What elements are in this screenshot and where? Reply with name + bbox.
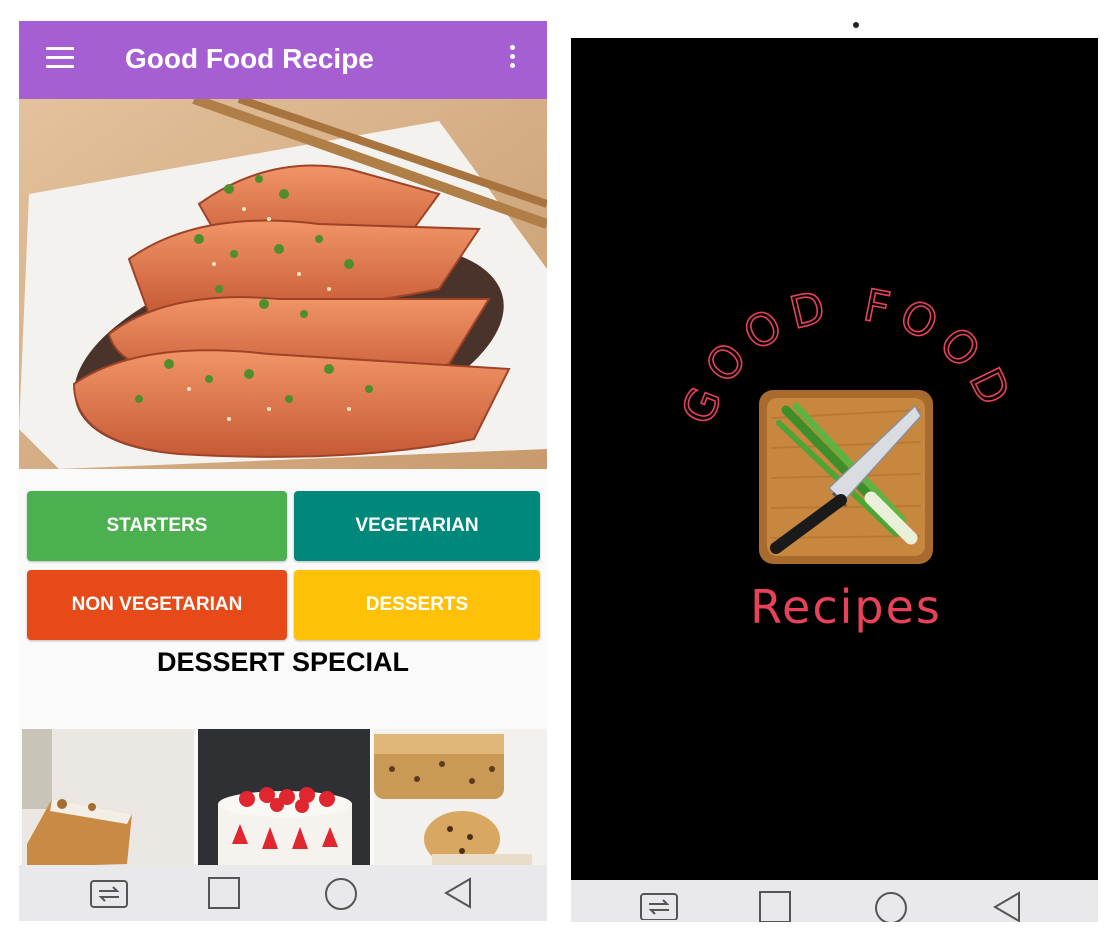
dessert-thumb-carrot-cake[interactable] xyxy=(22,729,194,867)
triangle-back-icon[interactable] xyxy=(991,890,1023,922)
app-title: Good Food Recipe xyxy=(125,43,374,74)
knife-cutting-board-icon xyxy=(759,390,933,564)
system-nav-bar xyxy=(19,865,547,921)
splash-screen: GOOD FOOD Recipes xyxy=(571,12,1098,922)
circle-home-icon[interactable] xyxy=(323,876,359,912)
switch-apps-icon[interactable] xyxy=(639,890,679,920)
square-recents-icon[interactable] xyxy=(207,876,241,910)
home-screen: Good Food Recipe STARTERS VEGETARIAN NON… xyxy=(19,21,547,921)
vegetarian-button[interactable]: VEGETARIAN xyxy=(294,491,540,561)
starters-button[interactable]: STARTERS xyxy=(27,491,287,561)
section-title: DESSERT SPECIAL xyxy=(156,647,410,677)
splash-logo-area: GOOD FOOD Recipes xyxy=(672,279,1015,634)
status-bar xyxy=(571,12,1098,38)
circle-home-icon[interactable] xyxy=(873,890,909,922)
switch-apps-icon[interactable] xyxy=(89,877,129,911)
status-bar-dot xyxy=(853,22,859,28)
overflow-menu-icon[interactable] xyxy=(509,45,517,75)
non-vegetarian-button[interactable]: NON VEGETARIAN xyxy=(27,570,287,640)
dessert-thumb-strawberry-cake[interactable] xyxy=(198,729,370,867)
dessert-gallery xyxy=(22,729,547,867)
system-nav-bar xyxy=(571,880,1098,922)
app-bar: Good Food Recipe xyxy=(19,21,547,99)
hamburger-menu-icon[interactable] xyxy=(46,47,74,69)
desserts-button[interactable]: DESSERTS xyxy=(294,570,540,640)
triangle-back-icon[interactable] xyxy=(442,876,474,910)
square-recents-icon[interactable] xyxy=(758,890,792,922)
hero-food-image xyxy=(19,99,547,469)
dessert-thumb-cookie-cheesecake[interactable] xyxy=(374,729,547,867)
splash-subtitle: Recipes xyxy=(750,580,942,634)
